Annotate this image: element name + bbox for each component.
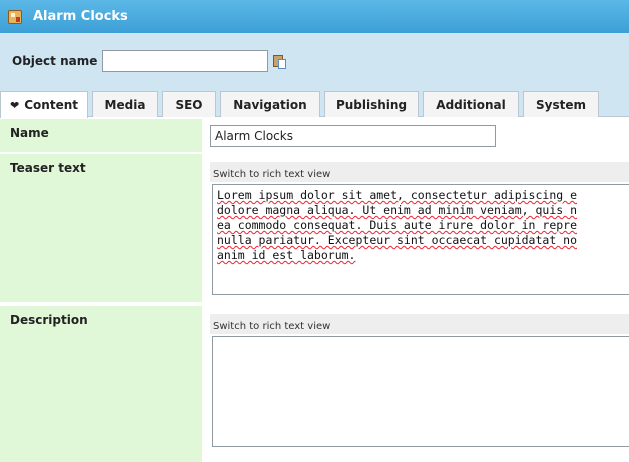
teaser-line: nulla pariatur. Excepteur sint occaecat … <box>217 233 578 247</box>
tab-seo-label: SEO <box>175 97 203 112</box>
tab-publishing[interactable]: Publishing <box>324 91 419 117</box>
tab-content-label: Content <box>24 98 78 112</box>
teaser-line: anim id est laborum. <box>217 248 356 262</box>
tab-media-label: Media <box>104 97 146 112</box>
name-row: Name <box>0 119 629 152</box>
paste-icon[interactable] <box>273 53 287 69</box>
tab-additional[interactable]: Additional <box>423 91 519 117</box>
tab-navigation-label: Navigation <box>233 97 307 112</box>
tab-system[interactable]: System <box>523 91 599 117</box>
description-row: Description Switch to rich text view <box>0 306 629 462</box>
tab-navigation[interactable]: Navigation <box>220 91 320 117</box>
teaser-label: Teaser text <box>0 154 202 302</box>
description-label: Description <box>0 306 202 462</box>
tab-content[interactable]: ❤ Content <box>0 91 88 118</box>
teaser-rich-text-toggle[interactable]: Switch to rich text view <box>210 162 629 182</box>
object-name-input[interactable] <box>102 50 268 72</box>
teaser-textarea[interactable]: Lorem ipsum dolor sit amet, consectetur … <box>212 184 629 295</box>
object-icon <box>8 9 22 24</box>
tab-bar: ❤ Content Media SEO Navigation Publishin… <box>0 89 629 118</box>
teaser-line: dolore magna aliqua. Ut enim ad minim ve… <box>217 203 578 217</box>
name-input[interactable] <box>210 125 496 147</box>
tab-publishing-label: Publishing <box>335 97 408 112</box>
description-textarea[interactable] <box>212 336 629 447</box>
object-name-label: Object name <box>12 54 98 68</box>
tab-system-label: System <box>536 97 586 112</box>
heart-icon: ❤ <box>10 98 20 112</box>
teaser-line: Lorem ipsum dolor sit amet, consectetur … <box>217 188 578 202</box>
description-rich-text-toggle[interactable]: Switch to rich text view <box>210 314 629 334</box>
tab-seo[interactable]: SEO <box>162 91 216 117</box>
name-label: Name <box>0 119 202 152</box>
window-title: Alarm Clocks <box>33 9 128 24</box>
teaser-row: Teaser text Switch to rich text view Lor… <box>0 154 629 302</box>
teaser-line: ea commodo consequat. Duis aute irure do… <box>217 218 578 232</box>
tab-additional-label: Additional <box>436 97 506 112</box>
object-name-bar: Object name <box>0 33 629 89</box>
tab-media[interactable]: Media <box>92 91 158 117</box>
window-titlebar: Alarm Clocks <box>0 0 629 33</box>
